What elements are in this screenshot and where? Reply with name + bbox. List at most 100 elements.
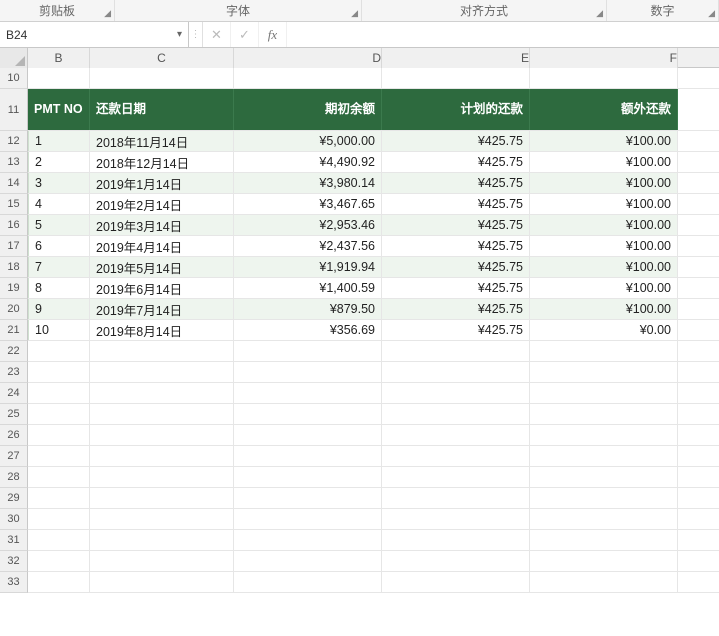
insert-function-button[interactable]: fx bbox=[259, 22, 287, 47]
cell-area[interactable]: PMT NO还款日期期初余额计划的还款额外还款12018年11月14日¥5,00… bbox=[28, 68, 719, 593]
cell[interactable] bbox=[382, 572, 530, 592]
cell[interactable] bbox=[90, 488, 234, 508]
cell[interactable] bbox=[382, 383, 530, 403]
row-header[interactable]: 13 bbox=[0, 152, 28, 173]
dialog-launcher-icon[interactable]: ◢ bbox=[596, 8, 603, 19]
row-header[interactable]: 28 bbox=[0, 467, 28, 488]
column-header-E[interactable]: E bbox=[382, 48, 530, 68]
row-header[interactable]: 27 bbox=[0, 446, 28, 467]
cell[interactable] bbox=[28, 467, 90, 487]
cell[interactable]: ¥425.75 bbox=[382, 131, 530, 151]
formula-input[interactable] bbox=[287, 22, 719, 47]
cell[interactable] bbox=[530, 425, 678, 445]
cell[interactable]: ¥879.50 bbox=[234, 299, 382, 319]
cell[interactable] bbox=[28, 551, 90, 571]
cell[interactable] bbox=[234, 68, 382, 88]
cell[interactable] bbox=[90, 341, 234, 361]
cell[interactable] bbox=[28, 509, 90, 529]
dialog-launcher-icon[interactable]: ◢ bbox=[104, 8, 111, 19]
cell[interactable] bbox=[90, 572, 234, 592]
enter-formula-button[interactable]: ✓ bbox=[231, 22, 259, 47]
cell[interactable] bbox=[28, 425, 90, 445]
row-header[interactable]: 11 bbox=[0, 89, 28, 131]
cell[interactable] bbox=[382, 404, 530, 424]
cell[interactable]: ¥425.75 bbox=[382, 152, 530, 172]
cell[interactable] bbox=[234, 341, 382, 361]
cell[interactable] bbox=[234, 572, 382, 592]
cell[interactable] bbox=[234, 404, 382, 424]
row-header[interactable]: 21 bbox=[0, 320, 28, 341]
cell[interactable] bbox=[28, 488, 90, 508]
cell[interactable]: ¥100.00 bbox=[530, 194, 678, 214]
row-header[interactable]: 20 bbox=[0, 299, 28, 320]
row-header[interactable]: 12 bbox=[0, 131, 28, 152]
cell[interactable]: 1 bbox=[28, 131, 90, 151]
cell[interactable]: ¥100.00 bbox=[530, 257, 678, 277]
cell[interactable] bbox=[530, 404, 678, 424]
cell[interactable]: 2019年2月14日 bbox=[90, 194, 234, 214]
cell[interactable] bbox=[382, 425, 530, 445]
table-header-cell[interactable]: 额外还款 bbox=[530, 89, 678, 130]
cell[interactable]: ¥100.00 bbox=[530, 152, 678, 172]
cell[interactable]: ¥4,490.92 bbox=[234, 152, 382, 172]
row-header[interactable]: 25 bbox=[0, 404, 28, 425]
cancel-formula-button[interactable]: ✕ bbox=[203, 22, 231, 47]
cell[interactable]: 2019年4月14日 bbox=[90, 236, 234, 256]
cell[interactable]: 2018年12月14日 bbox=[90, 152, 234, 172]
cell[interactable] bbox=[234, 488, 382, 508]
row-header[interactable]: 14 bbox=[0, 173, 28, 194]
cell[interactable]: 2019年3月14日 bbox=[90, 215, 234, 235]
cell[interactable]: ¥100.00 bbox=[530, 299, 678, 319]
cell[interactable]: ¥0.00 bbox=[530, 320, 678, 340]
cell[interactable]: ¥425.75 bbox=[382, 299, 530, 319]
table-header-cell[interactable]: PMT NO bbox=[28, 89, 90, 130]
row-header[interactable]: 26 bbox=[0, 425, 28, 446]
cell[interactable] bbox=[28, 530, 90, 550]
row-header[interactable]: 15 bbox=[0, 194, 28, 215]
column-header-D[interactable]: D bbox=[234, 48, 382, 68]
cell[interactable]: ¥3,467.65 bbox=[234, 194, 382, 214]
cell[interactable]: ¥425.75 bbox=[382, 278, 530, 298]
cell[interactable]: ¥2,437.56 bbox=[234, 236, 382, 256]
cell[interactable] bbox=[234, 383, 382, 403]
select-all-corner[interactable] bbox=[0, 48, 28, 68]
row-header[interactable]: 10 bbox=[0, 68, 28, 89]
dialog-launcher-icon[interactable]: ◢ bbox=[708, 8, 715, 19]
name-box-dropdown-icon[interactable]: ▾ bbox=[177, 29, 182, 40]
cell[interactable] bbox=[530, 551, 678, 571]
cell[interactable] bbox=[28, 572, 90, 592]
row-header[interactable]: 22 bbox=[0, 341, 28, 362]
cell[interactable] bbox=[382, 551, 530, 571]
cell[interactable] bbox=[382, 341, 530, 361]
row-header[interactable]: 33 bbox=[0, 572, 28, 593]
cell[interactable]: ¥425.75 bbox=[382, 215, 530, 235]
cell[interactable]: 2019年6月14日 bbox=[90, 278, 234, 298]
cell[interactable]: 10 bbox=[28, 320, 90, 340]
cell[interactable] bbox=[382, 446, 530, 466]
cell[interactable] bbox=[382, 362, 530, 382]
row-header[interactable]: 23 bbox=[0, 362, 28, 383]
cell[interactable] bbox=[530, 383, 678, 403]
cell[interactable]: 2019年7月14日 bbox=[90, 299, 234, 319]
cell[interactable]: 2019年5月14日 bbox=[90, 257, 234, 277]
cell[interactable] bbox=[382, 467, 530, 487]
cell[interactable]: ¥100.00 bbox=[530, 236, 678, 256]
cell[interactable] bbox=[234, 425, 382, 445]
column-header-B[interactable]: B bbox=[28, 48, 90, 68]
cell[interactable] bbox=[530, 509, 678, 529]
cell[interactable] bbox=[90, 425, 234, 445]
cell[interactable]: 5 bbox=[28, 215, 90, 235]
column-header-F[interactable]: F bbox=[530, 48, 678, 68]
cell[interactable]: ¥1,400.59 bbox=[234, 278, 382, 298]
cell[interactable]: ¥100.00 bbox=[530, 278, 678, 298]
dialog-launcher-icon[interactable]: ◢ bbox=[351, 8, 358, 19]
cell[interactable] bbox=[28, 341, 90, 361]
column-header-C[interactable]: C bbox=[90, 48, 234, 68]
cell[interactable] bbox=[90, 509, 234, 529]
cell[interactable]: 3 bbox=[28, 173, 90, 193]
cell[interactable] bbox=[530, 488, 678, 508]
cell[interactable]: ¥100.00 bbox=[530, 173, 678, 193]
cell[interactable] bbox=[28, 446, 90, 466]
cell[interactable] bbox=[28, 383, 90, 403]
row-header[interactable]: 17 bbox=[0, 236, 28, 257]
